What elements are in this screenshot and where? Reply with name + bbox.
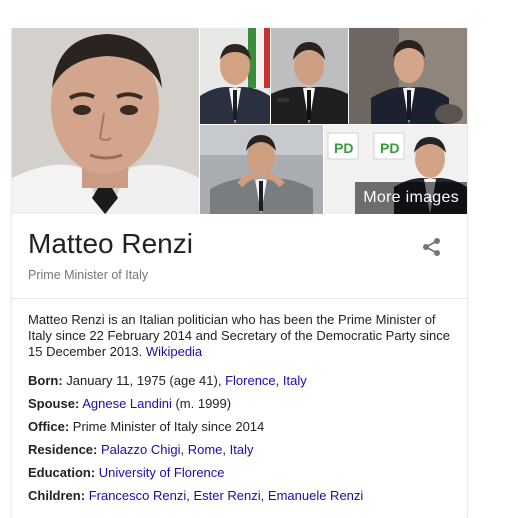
photo-thumbnail-5[interactable]: PD PD More images [324, 125, 467, 214]
spouse-link[interactable]: Agnese Landini [82, 396, 172, 411]
wikipedia-link[interactable]: Wikipedia [146, 344, 202, 359]
knowledge-panel: PD PD More images Matteo Renzi Prime Min… [12, 28, 467, 518]
svg-text:PD: PD [380, 140, 399, 156]
portrait-image-main[interactable] [12, 28, 199, 214]
fact-value: (m. 1999) [175, 396, 232, 411]
fact-label: Children: [28, 488, 86, 503]
rome-link[interactable]: Rome [188, 442, 223, 457]
fact-education: Education: University of Florence [28, 465, 458, 488]
more-images-button[interactable]: More images [355, 182, 467, 214]
fact-children: Children: Francesco Renzi, Ester Renzi, … [28, 488, 364, 503]
fact-value: Prime Minister of Italy since 2014 [72, 419, 265, 434]
entity-title: Matteo Renzi [28, 228, 193, 259]
photo-thumbnail-2[interactable] [271, 28, 348, 124]
fact-label: Office: [28, 419, 70, 434]
fact-label: Born: [28, 373, 63, 388]
fact-label: Residence: [28, 442, 98, 457]
fact-born: Born: January 11, 1975 (age 41), Florenc… [28, 373, 307, 388]
university-link[interactable]: University of Florence [99, 465, 225, 480]
fact-residence: Residence: Palazzo Chigi, Rome, Italy [28, 442, 254, 457]
child-link[interactable]: Ester Renzi [193, 488, 260, 503]
fact-value: January 11, 1975 (age 41), [66, 373, 222, 388]
child-link[interactable]: Francesco Renzi [89, 488, 187, 503]
fact-office: Office: Prime Minister of Italy since 20… [28, 419, 458, 442]
photo-thumbnail-4[interactable] [200, 125, 323, 214]
title-section: Matteo Renzi Prime Minister of Italy [12, 214, 467, 299]
italy-link[interactable]: Italy [283, 373, 307, 388]
photo-thumbnail-1[interactable] [200, 28, 270, 124]
entity-description: Matteo Renzi is an Italian politician wh… [28, 312, 453, 360]
share-icon[interactable] [421, 236, 443, 258]
facts-list: Born: January 11, 1975 (age 41), Florenc… [28, 373, 458, 511]
child-link[interactable]: Emanuele Renzi [268, 488, 363, 503]
image-collage: PD PD More images [12, 28, 467, 214]
photo-thumbnail-3[interactable] [349, 28, 467, 124]
fact-label: Education: [28, 465, 96, 480]
florence-link[interactable]: Florence [225, 373, 276, 388]
entity-subtitle: Prime Minister of Italy [28, 268, 149, 282]
fact-label: Spouse: [28, 396, 80, 411]
description-text: Matteo Renzi is an Italian politician wh… [28, 312, 450, 359]
italy-link[interactable]: Italy [230, 442, 254, 457]
svg-text:PD: PD [334, 140, 353, 156]
fact-spouse: Spouse: Agnese Landini (m. 1999) [28, 396, 458, 419]
palazzo-chigi-link[interactable]: Palazzo Chigi [101, 442, 181, 457]
